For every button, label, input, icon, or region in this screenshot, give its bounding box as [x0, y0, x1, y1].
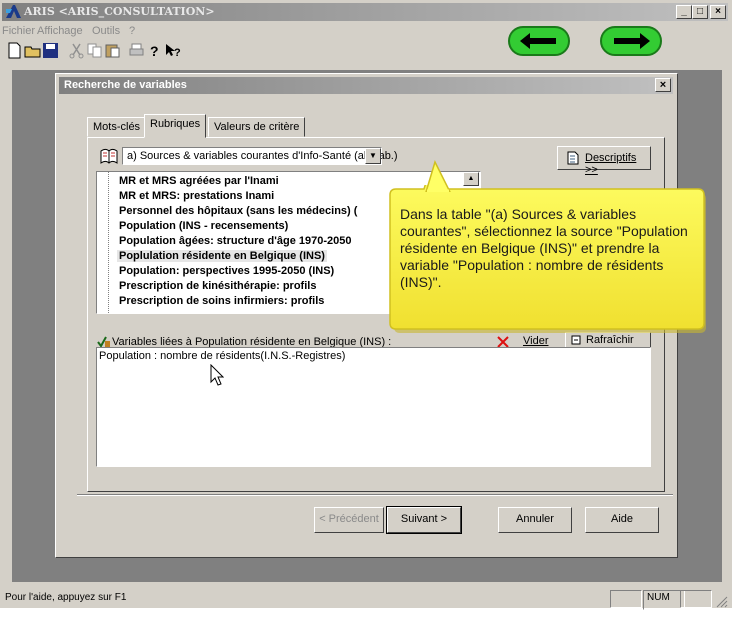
save-icon[interactable]	[42, 42, 59, 59]
status-panel	[680, 590, 712, 608]
dialog-close-button[interactable]: ×	[655, 78, 671, 92]
previous-button[interactable]: < Précédent	[314, 507, 384, 533]
menu-affichage[interactable]: Affichage	[37, 25, 83, 37]
help-icon[interactable]: ?	[146, 42, 163, 59]
document-icon	[567, 151, 579, 165]
descriptifs-label: Descriptifs >>	[585, 152, 637, 176]
descriptifs-button[interactable]: Descriptifs >>	[557, 146, 651, 176]
vider-button[interactable]: Vider	[523, 335, 548, 347]
tree-item[interactable]: MR et MRS: prestations Inami	[119, 190, 274, 202]
paste-icon[interactable]	[104, 42, 121, 59]
callout-text: Dans la table "(a) Sources & variables c…	[400, 206, 688, 290]
menu-fichier[interactable]: Fichier	[2, 25, 35, 37]
cancel-button[interactable]: Annuler	[498, 507, 572, 533]
context-help-icon[interactable]: ?	[164, 42, 181, 59]
menu-outils[interactable]: Outils	[92, 25, 120, 37]
app-title: ARIS <ARIS_CONSULTATION>	[24, 5, 215, 18]
combo-value: a) Sources & variables courantes d'Info-…	[127, 150, 398, 162]
aris-logo-icon	[6, 5, 21, 18]
toolbar: ? ?	[2, 42, 402, 70]
app-window: ARIS <ARIS_CONSULTATION> _ □ × Fichier A…	[0, 0, 732, 610]
status-text: Pour l'aide, appuyez sur F1	[5, 592, 127, 603]
app-titlebar[interactable]: ARIS <ARIS_CONSULTATION> _ □ ×	[2, 3, 728, 21]
book-icon	[100, 149, 118, 164]
print-icon[interactable]	[128, 42, 145, 59]
tree-item-selected[interactable]: Poplulation résidente en Belgique (INS)	[117, 250, 327, 262]
next-button[interactable]: Suivant >	[386, 506, 462, 534]
dialog-titlebar[interactable]: Recherche de variables ×	[59, 77, 673, 94]
resize-grip-icon[interactable]	[714, 594, 728, 608]
svg-text:?: ?	[150, 43, 159, 59]
num-lock-indicator: NUM	[643, 590, 685, 610]
tab-mots-cles[interactable]: Mots-clés	[87, 117, 147, 137]
tree-item[interactable]: Population âgées: structure d'âge 1970-2…	[119, 235, 351, 247]
tab-rubriques[interactable]: Rubriques	[144, 114, 207, 138]
chevron-down-icon[interactable]: ▼	[365, 148, 381, 164]
tree-item[interactable]: Population (INS - recensements)	[119, 220, 288, 232]
mouse-cursor-icon	[210, 364, 224, 386]
forward-arrow-icon[interactable]	[600, 26, 662, 56]
tree-item[interactable]: Prescription de kinésithérapie: profils	[119, 280, 316, 292]
open-folder-icon[interactable]	[24, 42, 41, 59]
variables-list[interactable]: Population : nombre de résidents(I.N.S.-…	[96, 347, 651, 467]
tab-valeurs-critere[interactable]: Valeurs de critère	[208, 117, 306, 137]
tree-item[interactable]: MR et MRS agréées par l'Inami	[119, 175, 279, 187]
tree-item[interactable]: Personnel des hôpitaux (sans les médecin…	[119, 205, 357, 217]
refresh-icon	[571, 335, 581, 345]
status-bar: Pour l'aide, appuyez sur F1 NUM	[0, 584, 732, 610]
callout-pointer	[425, 160, 451, 192]
maximize-button[interactable]: □	[692, 5, 708, 19]
tree-item[interactable]: Prescription de soins infirmiers: profil…	[119, 295, 324, 307]
list-item[interactable]: Population : nombre de résidents(I.N.S.-…	[99, 350, 345, 362]
tree-item[interactable]: Population: perspectives 1995-2050 (INS)	[119, 265, 334, 277]
svg-text:?: ?	[174, 47, 181, 59]
rafraichir-label: Rafraîchir	[586, 334, 634, 346]
scroll-up-button[interactable]: ▲	[463, 172, 479, 186]
back-arrow-icon[interactable]	[508, 26, 570, 56]
new-file-icon[interactable]	[6, 42, 23, 59]
menu-help[interactable]: ?	[129, 25, 135, 37]
status-panel	[610, 590, 642, 608]
close-button[interactable]: ×	[710, 5, 726, 19]
minimize-button[interactable]: _	[676, 5, 692, 19]
tree-guide-line	[108, 172, 109, 313]
rubrique-combo[interactable]: a) Sources & variables courantes d'Info-…	[122, 147, 398, 165]
dialog-separator	[77, 494, 673, 496]
help-button[interactable]: Aide	[585, 507, 659, 533]
dialog-title: Recherche de variables	[64, 79, 187, 91]
copy-icon[interactable]	[86, 42, 103, 59]
cut-icon[interactable]	[68, 42, 85, 59]
